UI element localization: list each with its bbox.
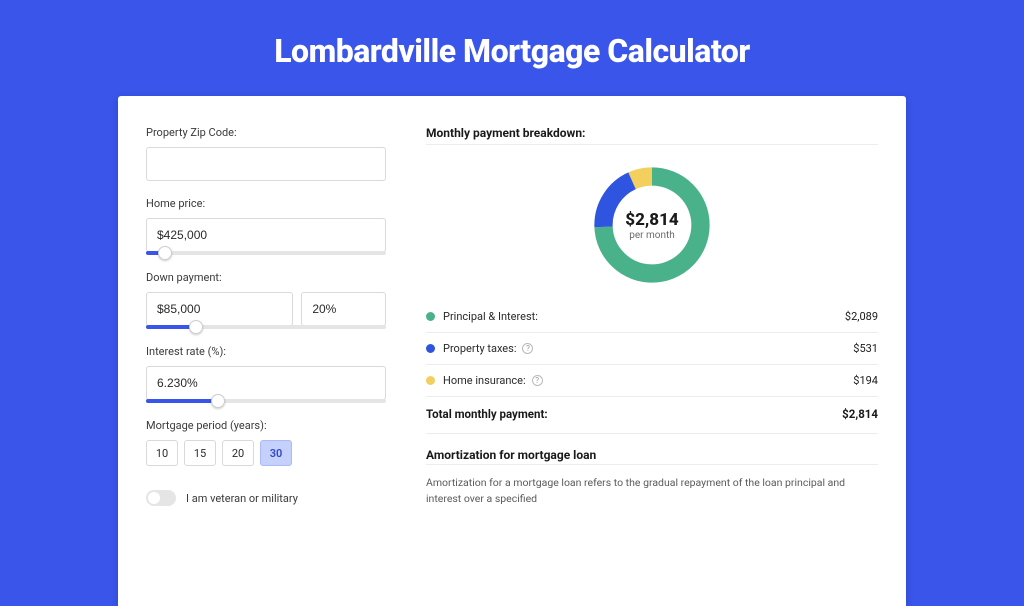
interest-rate-input[interactable]	[146, 366, 386, 400]
down-payment-slider[interactable]	[146, 325, 386, 329]
legend-row: Principal & Interest: $2,089	[426, 301, 878, 332]
legend-dot-icon	[426, 312, 435, 321]
donut-sublabel: per month	[629, 230, 675, 241]
home-price-label: Home price:	[146, 197, 386, 210]
period-field-block: Mortgage period (years): 10152030	[146, 419, 386, 466]
legend-row: Home insurance:? $194	[426, 365, 878, 396]
breakdown-title: Monthly payment breakdown:	[426, 126, 878, 140]
total-label: Total monthly payment:	[426, 407, 548, 421]
donut-amount: $2,814	[625, 210, 678, 230]
veteran-toggle-row: I am veteran or military	[146, 490, 386, 506]
veteran-label: I am veteran or military	[186, 492, 298, 505]
zip-input[interactable]	[146, 147, 386, 181]
mortgage-period-option-15[interactable]: 15	[184, 440, 216, 466]
down-payment-label: Down payment:	[146, 271, 386, 284]
info-icon[interactable]: ?	[522, 343, 533, 354]
down-payment-pct-input[interactable]	[301, 292, 386, 326]
donut-chart: $2,814 per month	[588, 161, 716, 289]
home-price-slider[interactable]	[146, 251, 386, 255]
mortgage-period-option-20[interactable]: 20	[222, 440, 254, 466]
down-payment-slider-thumb[interactable]	[189, 320, 203, 334]
divider	[426, 464, 878, 465]
legend-label: Property taxes:	[443, 342, 516, 355]
legend-label: Home insurance:	[443, 374, 526, 387]
legend-row: Property taxes:? $531	[426, 333, 878, 364]
legend-value: $194	[853, 374, 878, 387]
interest-field-block: Interest rate (%):	[146, 345, 386, 403]
legend-value: $2,089	[845, 310, 878, 323]
interest-rate-label: Interest rate (%):	[146, 345, 386, 358]
total-row: Total monthly payment: $2,814	[426, 396, 878, 434]
mortgage-period-label: Mortgage period (years):	[146, 419, 386, 432]
legend-dot-icon	[426, 344, 435, 353]
amortization-text: Amortization for a mortgage loan refers …	[426, 475, 878, 507]
page-title: Lombardville Mortgage Calculator	[0, 0, 1024, 96]
info-icon[interactable]: ?	[532, 375, 543, 386]
interest-rate-slider[interactable]	[146, 399, 386, 403]
donut-center: $2,814 per month	[588, 161, 716, 289]
calculator-card: Property Zip Code: Home price: Down paym…	[118, 96, 906, 606]
legend-dot-icon	[426, 376, 435, 385]
home-price-input[interactable]	[146, 218, 386, 252]
form-column: Property Zip Code: Home price: Down paym…	[146, 126, 386, 606]
interest-rate-slider-thumb[interactable]	[211, 394, 225, 408]
divider	[426, 144, 878, 145]
down-payment-input[interactable]	[146, 292, 293, 326]
zip-field-block: Property Zip Code:	[146, 126, 386, 181]
home-price-field-block: Home price:	[146, 197, 386, 255]
amortization-title: Amortization for mortgage loan	[426, 448, 878, 462]
total-value: $2,814	[842, 407, 878, 421]
home-price-slider-thumb[interactable]	[158, 246, 172, 260]
mortgage-period-option-10[interactable]: 10	[146, 440, 178, 466]
legend-value: $531	[853, 342, 878, 355]
donut-chart-wrap: $2,814 per month	[426, 153, 878, 301]
down-payment-field-block: Down payment:	[146, 271, 386, 329]
veteran-toggle[interactable]	[146, 490, 176, 506]
legend-label: Principal & Interest:	[443, 310, 538, 323]
mortgage-period-option-30[interactable]: 30	[260, 440, 292, 466]
zip-label: Property Zip Code:	[146, 126, 386, 139]
breakdown-column: Monthly payment breakdown: $2,814 per mo…	[426, 126, 878, 606]
